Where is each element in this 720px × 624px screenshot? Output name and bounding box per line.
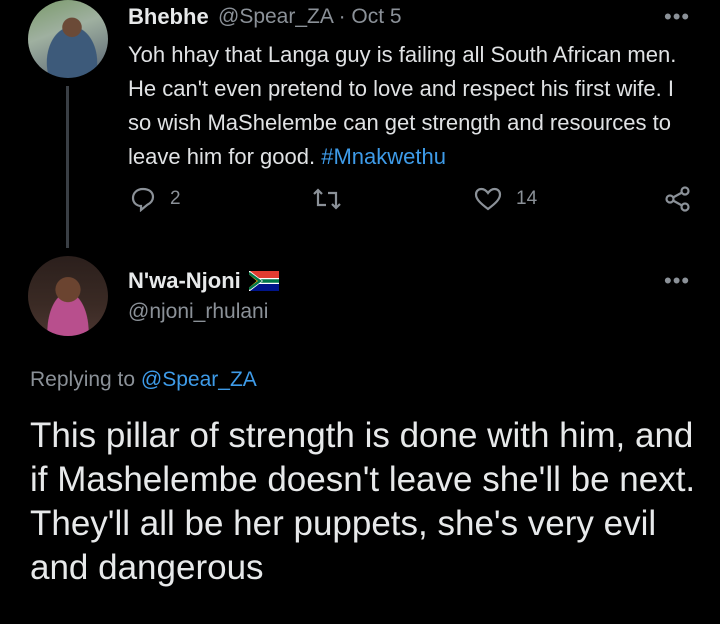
reply-author-handle[interactable]: @njoni_rhulani: [128, 300, 268, 324]
hashtag-link[interactable]: #Mnakwethu: [321, 144, 446, 169]
retweet-action-button[interactable]: [312, 186, 356, 212]
replying-to-line: Replying to @Spear_ZA: [30, 368, 257, 392]
south-africa-flag-icon: [248, 271, 279, 291]
reply-icon: [131, 187, 155, 212]
parent-tweet-meta: @Spear_ZA · Oct 5: [218, 5, 402, 29]
share-icon: [665, 186, 690, 212]
reply-author-name-row: N'wa-Njoni: [128, 268, 279, 294]
reply-count: 2: [170, 188, 181, 209]
replying-to-mention-link[interactable]: @Spear_ZA: [141, 368, 257, 391]
reply-action-button[interactable]: 2: [130, 186, 181, 212]
reply-more-icon[interactable]: •••: [664, 268, 690, 294]
like-count: 14: [516, 188, 538, 209]
parent-author-name[interactable]: Bhebhe: [128, 4, 209, 30]
heart-icon: [474, 187, 502, 211]
reply-author-avatar[interactable]: [28, 256, 108, 336]
like-action-button[interactable]: 14: [474, 186, 537, 212]
parent-tweet-date[interactable]: Oct 5: [351, 5, 401, 28]
parent-author-handle[interactable]: @Spear_ZA: [218, 5, 333, 28]
parent-tweet-text: Yoh hhay that Langa guy is failing all S…: [128, 38, 700, 174]
replying-to-label: Replying to: [30, 368, 136, 391]
thread-connector-line: [66, 86, 69, 248]
reply-author-name[interactable]: N'wa-Njoni: [128, 268, 241, 294]
retweet-icon: [313, 188, 341, 210]
share-action-button[interactable]: [664, 186, 692, 212]
reply-tweet-text: This pillar of strength is done with him…: [30, 416, 696, 587]
parent-author-avatar[interactable]: [28, 0, 108, 78]
parent-more-icon[interactable]: •••: [664, 4, 690, 30]
meta-separator: ·: [338, 5, 346, 28]
